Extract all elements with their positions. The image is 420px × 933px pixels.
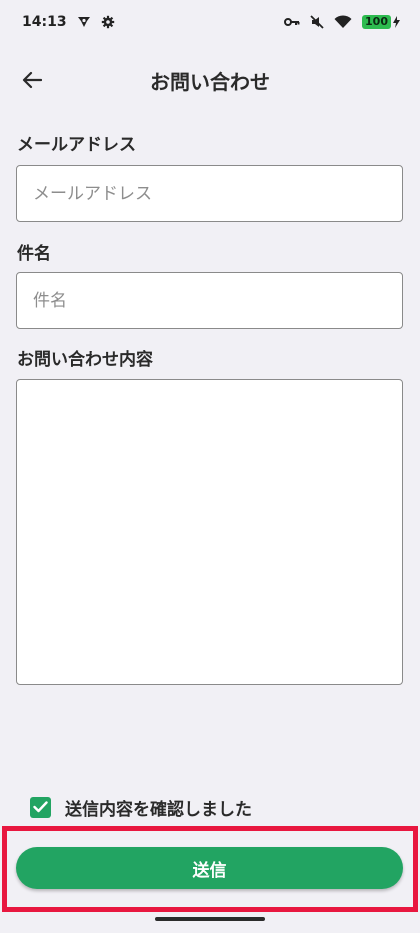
vpn-key-icon (284, 16, 300, 28)
page-title: お問い合わせ (150, 69, 270, 94)
subject-label: 件名 (17, 244, 51, 264)
wifi-icon (334, 15, 352, 29)
back-button[interactable] (12, 60, 52, 100)
confirm-label: 送信内容を確認しました (65, 799, 252, 820)
back-arrow-icon (22, 71, 42, 89)
status-right: 100 (284, 15, 400, 29)
contact-screen: 14:13 100 お問い合わせ メールアドレス メールアドレス 件名 件名 お… (0, 0, 420, 933)
confirm-checkbox[interactable] (30, 796, 51, 818)
battery-icon: 100 (362, 15, 400, 29)
settings-icon (101, 15, 115, 29)
charging-bolt-icon (393, 16, 400, 28)
status-left: 14:13 (22, 14, 115, 30)
subject-field[interactable] (16, 272, 403, 329)
mute-icon (310, 15, 324, 29)
app-logo-icon (77, 15, 91, 29)
home-indicator (155, 917, 265, 921)
status-time: 14:13 (22, 14, 67, 30)
message-label: お問い合わせ内容 (17, 350, 153, 370)
status-bar: 14:13 100 (0, 0, 420, 44)
confirm-checkbox-row[interactable]: 送信内容を確認しました (30, 795, 252, 820)
battery-level: 100 (362, 15, 391, 29)
app-header: お問い合わせ (0, 52, 420, 108)
message-textarea[interactable] (16, 379, 403, 685)
check-icon (33, 801, 48, 813)
email-label: メールアドレス (17, 135, 136, 155)
submit-button[interactable]: 送信 (16, 847, 403, 889)
email-field[interactable] (16, 165, 403, 222)
